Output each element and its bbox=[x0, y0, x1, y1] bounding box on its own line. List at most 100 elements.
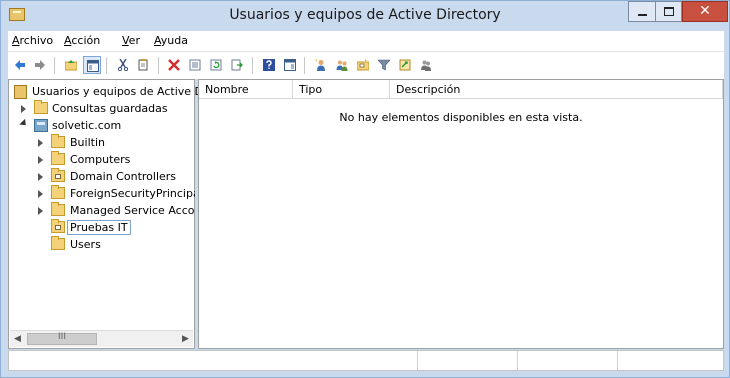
tree-item-label: Computers bbox=[70, 153, 131, 166]
export-list-button[interactable] bbox=[228, 56, 246, 74]
column-header-nombre[interactable]: Nombre bbox=[199, 80, 293, 99]
up-folder-icon bbox=[65, 60, 77, 71]
scroll-left-arrow-icon[interactable]: ◀ bbox=[10, 332, 25, 346]
new-group-button[interactable] bbox=[333, 56, 351, 74]
menu-accion[interactable]: Acción bbox=[64, 34, 100, 47]
cut-icon bbox=[117, 59, 129, 71]
folder-icon bbox=[51, 236, 65, 250]
action-pane-icon bbox=[284, 59, 296, 71]
new-user-icon bbox=[315, 59, 325, 71]
status-cell bbox=[617, 351, 723, 370]
export-list-icon bbox=[231, 59, 243, 71]
help-icon bbox=[263, 59, 275, 71]
column-header-tipo[interactable]: Tipo bbox=[293, 80, 390, 99]
tree-item-managed-service-accounts[interactable]: Managed Service Accour bbox=[36, 202, 195, 219]
filter-button[interactable] bbox=[375, 56, 393, 74]
toolbar-separator bbox=[106, 57, 107, 74]
maximize-button[interactable] bbox=[655, 1, 682, 22]
tree-root-label: Usuarios y equipos de Active Dir bbox=[32, 85, 211, 98]
tree-item-label: Builtin bbox=[70, 136, 105, 149]
domain-icon bbox=[34, 119, 48, 132]
find-button[interactable] bbox=[396, 56, 414, 74]
expand-arrow-icon[interactable] bbox=[38, 207, 43, 215]
expand-arrow-icon[interactable] bbox=[38, 156, 43, 164]
collapse-arrow-icon[interactable] bbox=[19, 118, 29, 129]
toolbar-separator bbox=[252, 57, 253, 74]
expand-arrow-icon[interactable] bbox=[38, 139, 43, 147]
menu-archivo[interactable]: Archivo bbox=[12, 34, 53, 47]
new-ou-button[interactable] bbox=[354, 56, 372, 74]
status-cell bbox=[517, 351, 617, 370]
expand-arrow-icon[interactable] bbox=[21, 105, 26, 113]
close-icon: ✕ bbox=[699, 3, 711, 19]
properties-button[interactable] bbox=[186, 56, 204, 74]
column-header-descripcion[interactable]: Descripción bbox=[390, 80, 723, 99]
console-tree-button[interactable] bbox=[83, 56, 101, 74]
console-tree[interactable]: Usuarios y equipos de Active Dir Consult… bbox=[8, 79, 211, 349]
expand-arrow-icon[interactable] bbox=[38, 173, 43, 181]
tree-item-domain[interactable]: solvetic.com bbox=[19, 117, 195, 134]
tree-root[interactable]: Usuarios y equipos de Active Dir bbox=[14, 83, 211, 100]
menu-ver[interactable]: Ver bbox=[122, 34, 140, 47]
folder-icon bbox=[51, 202, 65, 216]
add-to-group-button[interactable] bbox=[417, 56, 435, 74]
new-user-button[interactable] bbox=[312, 56, 330, 74]
window-title: Usuarios y equipos de Active Directory bbox=[229, 7, 501, 23]
tree-item-foreign-security-principals[interactable]: ForeignSecurityPrincipals bbox=[36, 185, 195, 202]
scrollbar-thumb[interactable]: III bbox=[27, 332, 97, 345]
tree-item-label: Consultas guardadas bbox=[52, 102, 168, 115]
help-button[interactable] bbox=[260, 56, 278, 74]
refresh-button[interactable] bbox=[207, 56, 225, 74]
title-bar[interactable]: Usuarios y equipos de Active Directory ✕ bbox=[1, 1, 729, 31]
properties-icon bbox=[189, 59, 201, 71]
toolbar-separator bbox=[158, 57, 159, 74]
up-one-level-button[interactable] bbox=[62, 56, 80, 74]
status-cell bbox=[417, 351, 517, 370]
refresh-icon bbox=[210, 59, 222, 71]
empty-list-message: No hay elementos disponibles en esta vis… bbox=[339, 111, 583, 124]
folder-icon bbox=[51, 151, 65, 165]
scroll-right-arrow-icon[interactable]: ▶ bbox=[178, 332, 193, 346]
ou-folder-icon bbox=[51, 168, 65, 182]
minimize-button[interactable] bbox=[628, 1, 655, 22]
column-header-label: Descripción bbox=[396, 83, 461, 96]
status-bar bbox=[8, 350, 724, 371]
aduc-icon bbox=[14, 85, 27, 99]
results-pane[interactable]: Nombre Tipo Descripción No hay elementos… bbox=[198, 79, 724, 349]
app-window: Usuarios y equipos de Active Directory ✕… bbox=[0, 0, 730, 378]
folder-icon bbox=[51, 185, 65, 199]
tree-item-domain-controllers[interactable]: Domain Controllers bbox=[36, 168, 195, 185]
new-ou-icon bbox=[357, 59, 369, 71]
expand-arrow-icon[interactable] bbox=[38, 190, 43, 198]
toolbar-separator bbox=[304, 57, 305, 74]
copy-button[interactable] bbox=[135, 56, 153, 74]
tree-item-pruebas-it[interactable]: Pruebas IT bbox=[36, 219, 195, 236]
tree-item-computers[interactable]: Computers bbox=[36, 151, 195, 168]
close-button[interactable]: ✕ bbox=[682, 1, 728, 22]
forward-button[interactable] bbox=[31, 56, 49, 74]
new-group-icon bbox=[336, 60, 348, 71]
add-to-group-icon bbox=[421, 60, 431, 71]
tree-item-saved-queries[interactable]: Consultas guardadas bbox=[19, 100, 195, 117]
folder-icon bbox=[34, 100, 48, 114]
toolbar-separator bbox=[54, 57, 55, 74]
show-hide-console-tree-icon bbox=[87, 60, 99, 72]
back-button[interactable] bbox=[11, 56, 29, 74]
filter-icon bbox=[378, 59, 390, 71]
minimize-icon bbox=[638, 14, 647, 16]
delete-icon bbox=[168, 59, 180, 71]
menu-ayuda[interactable]: Ayuda bbox=[154, 34, 188, 47]
forward-arrow-icon bbox=[35, 60, 45, 70]
copy-icon bbox=[138, 59, 148, 71]
horizontal-scrollbar[interactable]: ◀ III ▶ bbox=[10, 330, 193, 347]
cut-button[interactable] bbox=[114, 56, 132, 74]
folder-icon bbox=[51, 134, 65, 148]
tree-item-label: Pruebas IT bbox=[67, 220, 131, 235]
delete-button[interactable] bbox=[165, 56, 183, 74]
tree-item-builtin[interactable]: Builtin bbox=[36, 134, 195, 151]
column-header-label: Tipo bbox=[299, 83, 323, 96]
scroll-grip-icon: III bbox=[58, 332, 66, 342]
tree-item-label: solvetic.com bbox=[52, 119, 122, 132]
tree-item-users[interactable]: Users bbox=[36, 236, 195, 253]
action-pane-button[interactable] bbox=[281, 56, 299, 74]
